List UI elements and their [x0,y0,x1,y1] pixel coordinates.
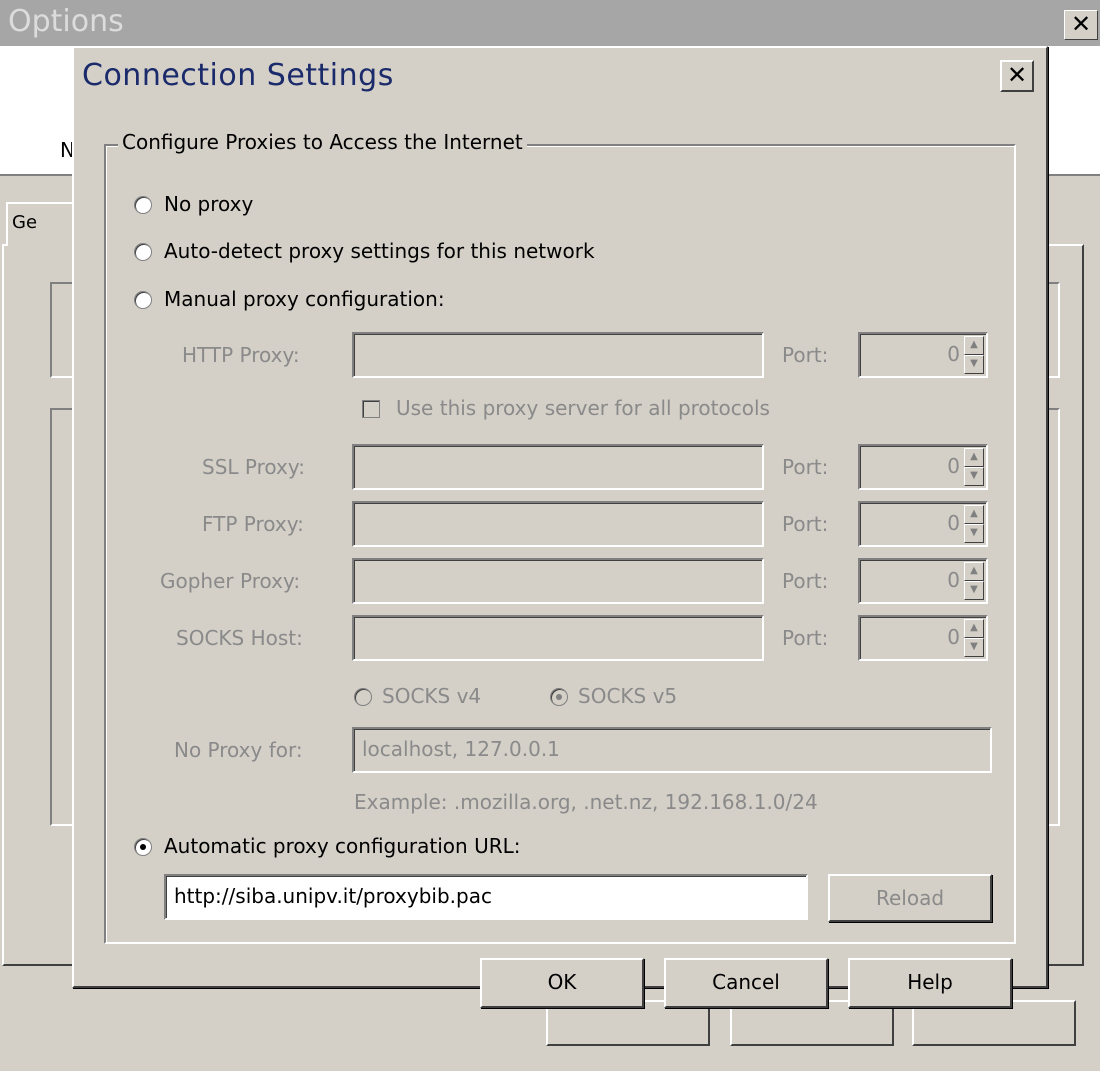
reload-button[interactable]: Reload [828,874,992,922]
gopher-port-stepper[interactable]: 0 ▲ ▼ [858,558,988,604]
http-proxy-label: HTTP Proxy: [182,343,300,367]
spin-down-icon[interactable]: ▼ [964,638,984,657]
help-button[interactable]: Help [848,958,1012,1008]
no-proxy-radio[interactable] [134,196,152,214]
ssl-proxy-label: SSL Proxy: [202,455,305,479]
dialog-close-icon[interactable]: ✕ [1000,60,1034,92]
auto-detect-radio[interactable] [134,243,152,261]
socks-v5-label: SOCKS v5 [578,684,678,708]
cancel-button[interactable]: Cancel [664,958,828,1008]
auto-config-url-radio[interactable] [134,838,152,856]
gopher-port-label: Port: [782,569,829,593]
spin-up-icon[interactable]: ▲ [964,505,984,524]
spin-down-icon[interactable]: ▼ [964,467,984,486]
socks-port-value: 0 [947,625,960,649]
gopher-proxy-input[interactable] [352,558,764,604]
socks-host-input[interactable] [352,615,764,661]
manual-proxy-radio[interactable] [134,291,152,309]
use-same-proxy-label: Use this proxy server for all protocols [396,396,770,420]
use-same-proxy-checkbox[interactable] [362,400,380,418]
ftp-port-value: 0 [947,511,960,535]
no-proxy-for-input[interactable]: localhost, 127.0.0.1 [352,727,992,773]
spin-down-icon[interactable]: ▼ [964,581,984,600]
ssl-proxy-input[interactable] [352,444,764,490]
no-proxy-label: No proxy [164,192,254,216]
ftp-proxy-label: FTP Proxy: [202,512,304,536]
spin-down-icon[interactable]: ▼ [964,355,984,374]
auto-config-url-input[interactable]: http://siba.unipv.it/proxybib.pac [164,874,808,920]
options-close-icon[interactable]: ✕ [1064,10,1098,40]
socks-host-label: SOCKS Host: [176,626,303,650]
http-port-label: Port: [782,343,829,367]
auto-config-url-label: Automatic proxy configuration URL: [164,834,521,858]
options-tab-label: Ge [12,212,38,233]
spin-up-icon[interactable]: ▲ [964,619,984,638]
auto-detect-label: Auto-detect proxy settings for this netw… [164,239,595,263]
radio-selected-dot [556,694,562,700]
gopher-proxy-label: Gopher Proxy: [160,569,301,593]
spin-up-icon[interactable]: ▲ [964,562,984,581]
dialog-title: Connection Settings [82,58,394,93]
manual-proxy-label: Manual proxy configuration: [164,287,445,311]
http-port-stepper[interactable]: 0 ▲ ▼ [858,332,988,378]
http-proxy-input[interactable] [352,332,764,378]
socks-v4-label: SOCKS v4 [382,684,482,708]
socks-v4-radio[interactable] [354,688,372,706]
proxy-group-title: Configure Proxies to Access the Internet [118,130,527,154]
ftp-port-stepper[interactable]: 0 ▲ ▼ [858,501,988,547]
ok-button[interactable]: OK [480,958,644,1008]
options-titlebar [0,0,1100,46]
http-port-value: 0 [947,342,960,366]
no-proxy-for-label: No Proxy for: [174,738,303,762]
radio-selected-dot [140,844,146,850]
no-proxy-example-text: Example: .mozilla.org, .net.nz, 192.168.… [354,790,818,814]
ssl-port-value: 0 [947,454,960,478]
spin-up-icon[interactable]: ▲ [964,336,984,355]
socks-port-label: Port: [782,626,829,650]
spin-up-icon[interactable]: ▲ [964,448,984,467]
ssl-port-label: Port: [782,455,829,479]
ftp-port-label: Port: [782,512,829,536]
spin-down-icon[interactable]: ▼ [964,524,984,543]
gopher-port-value: 0 [947,568,960,592]
ftp-proxy-input[interactable] [352,501,764,547]
ssl-port-stepper[interactable]: 0 ▲ ▼ [858,444,988,490]
socks-port-stepper[interactable]: 0 ▲ ▼ [858,615,988,661]
socks-v5-radio[interactable] [550,688,568,706]
options-window-title: Options [8,4,124,39]
